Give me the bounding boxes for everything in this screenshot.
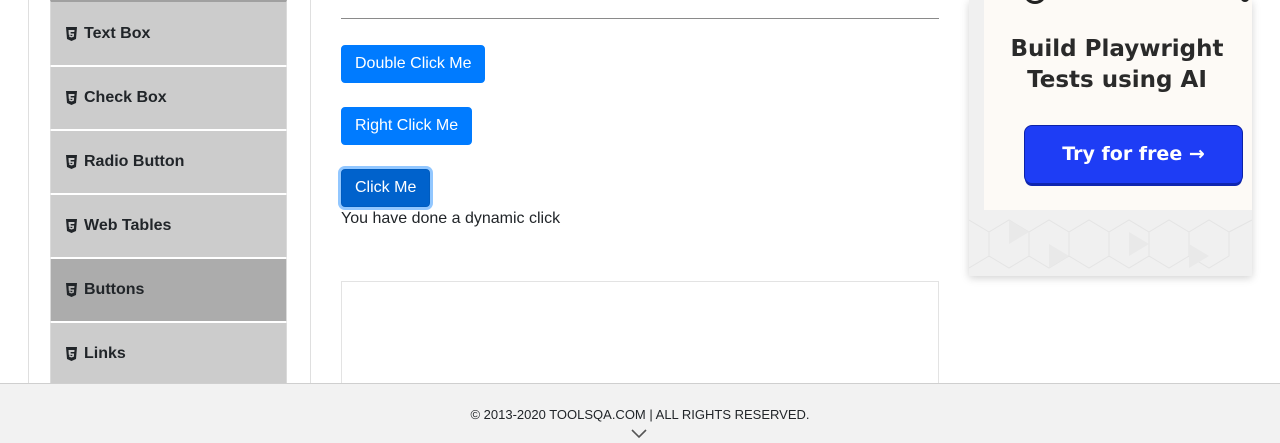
double-click-button[interactable]: Double Click Me [341,45,486,83]
ad-card: Build Playwright Tests using AI Try for … [984,0,1252,210]
ad-title: Build Playwright Tests using AI [984,34,1250,96]
sidebar-menu: Text Box Check Box Radio Button Web Tabl… [50,0,287,386]
footer: © 2013-2020 TOOLSQA.COM | ALL RIGHTS RES… [0,383,1280,443]
sidebar-item-label: Text Box [84,24,151,42]
chevron-down-icon[interactable] [631,429,647,439]
ad-title-line: Tests using AI [1027,67,1207,93]
sidebar-item-buttons[interactable]: Buttons [50,258,287,322]
click-me-button[interactable]: Click Me [341,169,431,207]
right-click-button[interactable]: Right Click Me [341,107,473,145]
sidebar-item-radio-button[interactable]: Radio Button [50,130,287,194]
divider [341,18,939,19]
ad-banner[interactable]: Build Playwright Tests using AI Try for … [969,0,1252,276]
html5-icon [65,155,78,169]
try-for-free-button[interactable]: Try for free → [1025,126,1242,183]
html5-icon [65,283,78,297]
ad-logo-icon [1024,0,1046,4]
sidebar-item-text-box[interactable]: Text Box [50,0,287,66]
sidebar-item-label: Buttons [84,281,145,298]
sidebar-item-label: Radio Button [84,153,185,170]
page: Text Box Check Box Radio Button Web Tabl… [0,0,1280,443]
html5-icon [65,219,78,233]
html5-icon [65,26,78,41]
footer-copyright: © 2013-2020 TOOLSQA.COM | ALL RIGHTS RES… [470,407,810,422]
sidebar-item-label: Check Box [84,89,167,106]
dynamic-click-message: You have done a dynamic click [341,210,561,227]
sidebar-item-label: Web Tables [84,217,172,234]
sidebar-item-check-box[interactable]: Check Box [50,66,287,130]
ad-logo-icon [1240,0,1250,2]
html5-icon [65,91,78,105]
sidebar-item-links[interactable]: Links [50,322,287,386]
ad-title-line: Build Playwright [1010,36,1224,62]
sidebar-item-label: Links [84,345,126,362]
sidebar-item-web-tables[interactable]: Web Tables [50,194,287,258]
html5-icon [65,347,78,361]
